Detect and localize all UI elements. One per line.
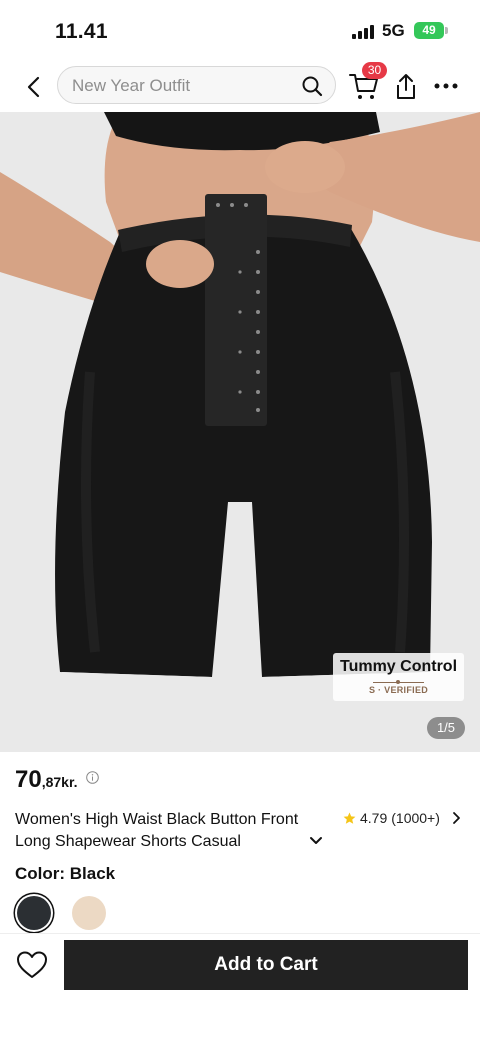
tag-subtitle: S · VERIFIED	[368, 685, 429, 695]
heart-icon[interactable]	[16, 950, 48, 980]
tummy-control-tag: Tummy Control S · VERIFIED	[333, 653, 464, 701]
tag-title: Tummy Control	[339, 658, 458, 675]
price-main: 70	[15, 766, 42, 793]
search-input[interactable]: New Year Outfit	[57, 66, 336, 104]
search-placeholder: New Year Outfit	[72, 76, 191, 95]
info-icon[interactable]	[86, 771, 99, 784]
status-bar: 11.41 5G 49	[0, 0, 480, 60]
color-label: Color: Black	[15, 864, 116, 883]
price-decimal: ,87kr.	[41, 774, 78, 790]
color-swatch-black[interactable]	[17, 896, 51, 930]
product-price: 70,87kr.	[15, 766, 99, 794]
network-type: 5G	[382, 21, 405, 40]
review-count: (1000+)	[391, 810, 440, 826]
image-counter: 1/5	[427, 717, 465, 739]
add-to-cart-button[interactable]: Add to Cart	[64, 940, 468, 990]
product-rating[interactable]: 4.79 (1000+)	[343, 810, 440, 826]
battery-cap	[445, 27, 448, 34]
product-title: Women's High Waist Black Button Front Lo…	[15, 811, 299, 850]
share-icon[interactable]	[394, 72, 418, 100]
more-options-icon[interactable]	[432, 74, 460, 98]
cart-count-badge: 30	[362, 62, 387, 79]
signal-icon	[352, 25, 374, 39]
back-button[interactable]	[18, 72, 48, 102]
product-image[interactable]: Tummy Control S · VERIFIED 1/5	[0, 112, 480, 752]
tag-dot	[396, 680, 400, 684]
divider	[0, 933, 480, 934]
battery-icon: 49	[414, 22, 444, 39]
rating-value: 4.79	[360, 810, 388, 826]
status-time: 11.41	[55, 20, 108, 43]
top-navigation: New Year Outfit 30	[0, 60, 480, 112]
chevron-right-icon[interactable]	[452, 811, 461, 825]
search-icon[interactable]	[301, 75, 323, 97]
chevron-down-icon[interactable]	[309, 836, 323, 846]
star-icon	[343, 812, 356, 824]
color-swatch-nude[interactable]	[72, 896, 106, 930]
chevron-left-icon	[27, 76, 40, 98]
